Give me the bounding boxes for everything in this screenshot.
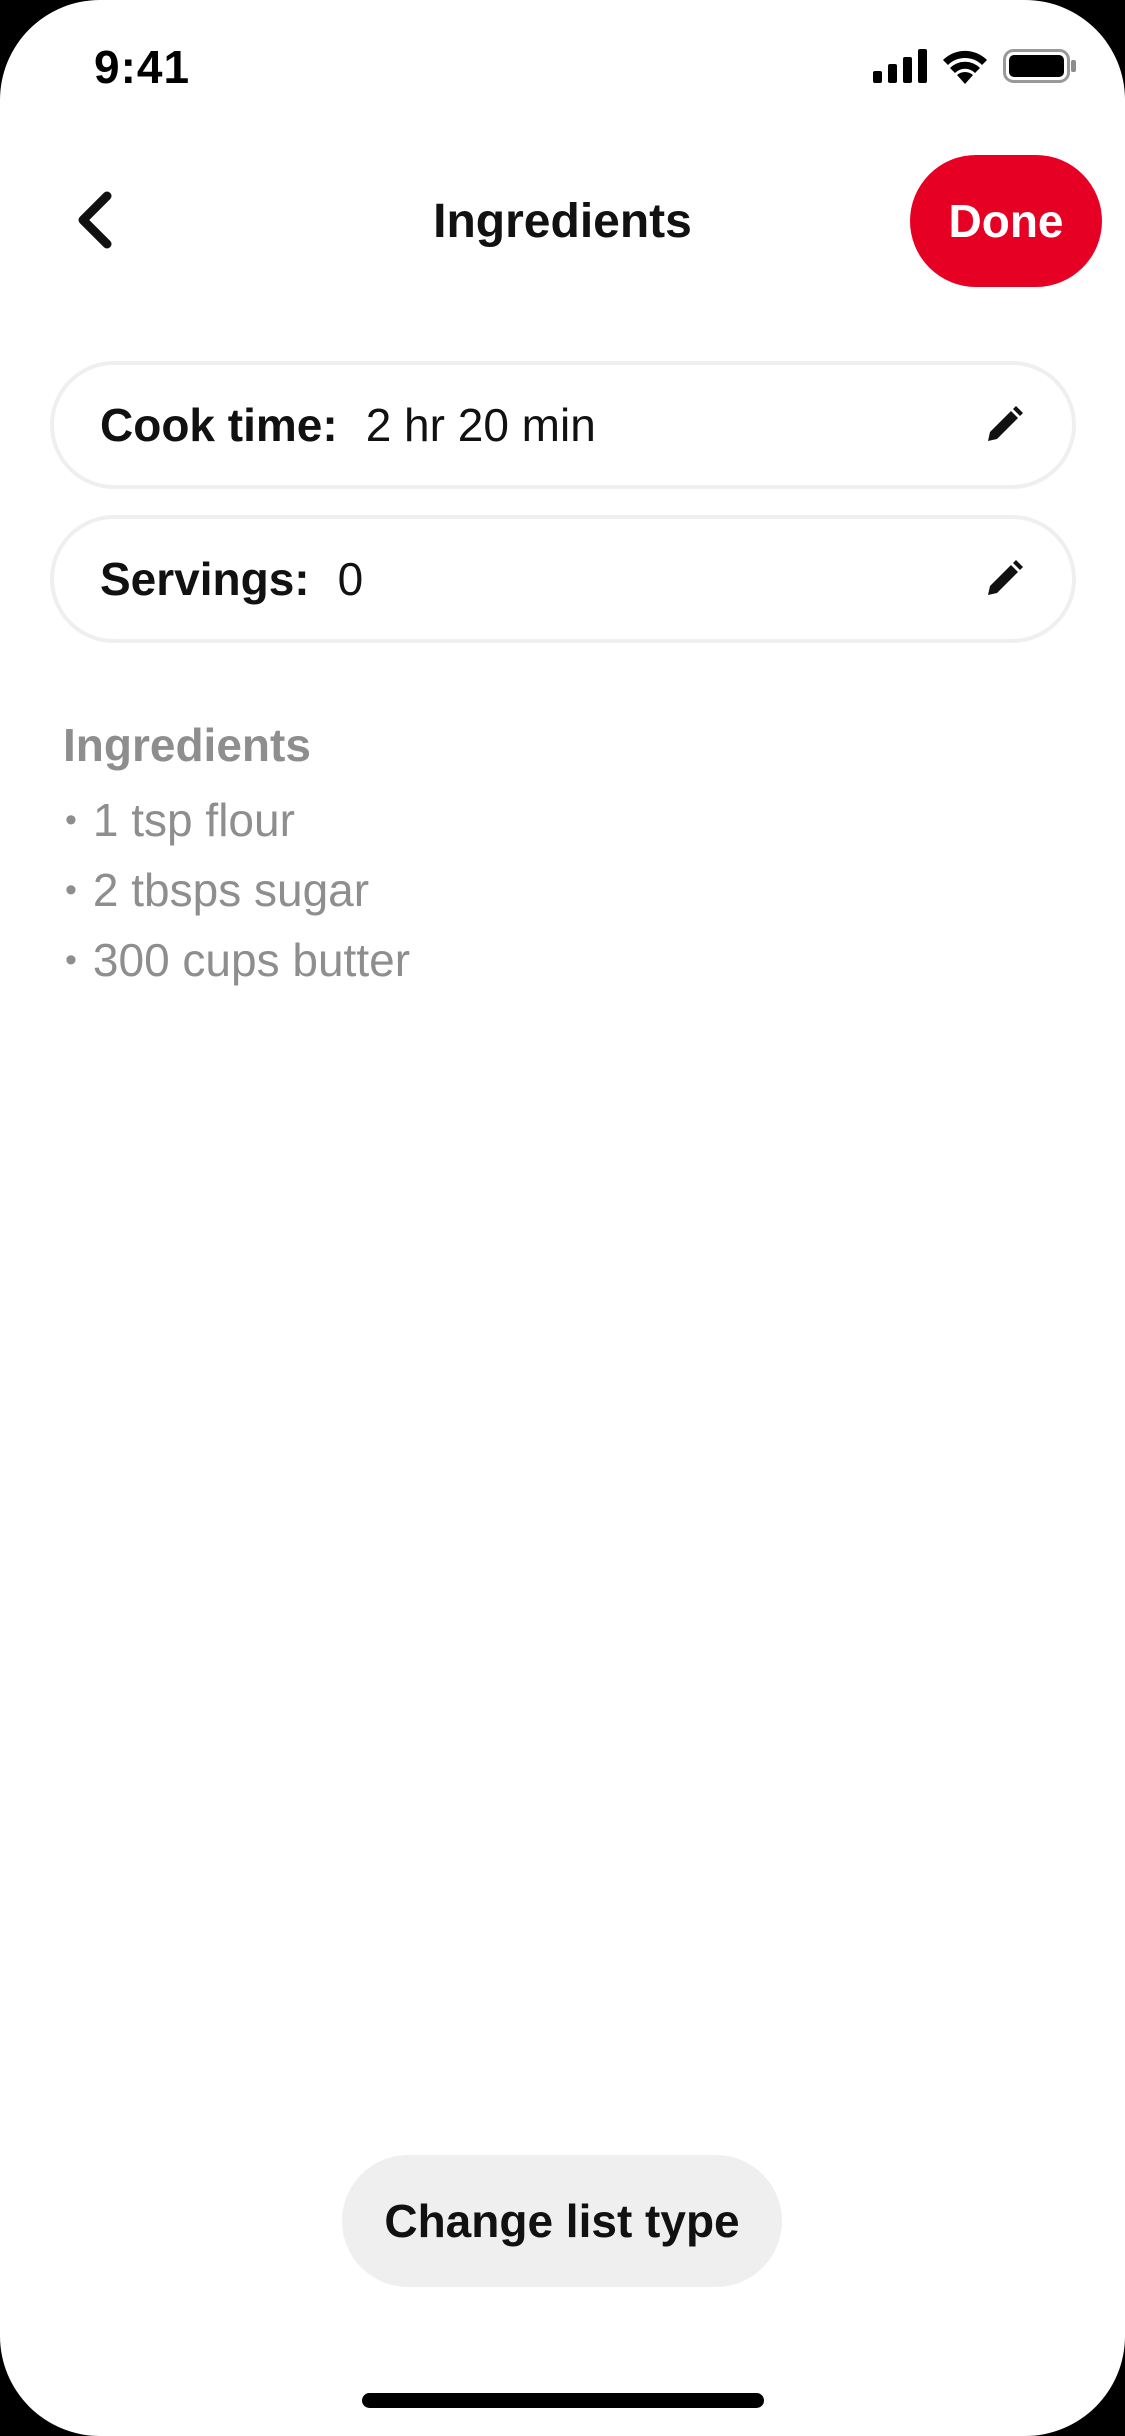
app-screen: 9:41 Ingredients Done Cook time: 2 hr 20…	[0, 0, 1125, 2436]
bullet: •	[65, 801, 77, 839]
bullet: •	[65, 871, 77, 909]
done-button[interactable]: Done	[910, 155, 1102, 287]
ingredients-list: • 1 tsp flour • 2 tbsps sugar • 300 cups…	[63, 785, 1043, 995]
cook-time-edit-button[interactable]	[976, 397, 1032, 453]
ingredients-text-area[interactable]: Ingredients • 1 tsp flour • 2 tbsps suga…	[63, 715, 1043, 995]
status-time: 9:41	[94, 41, 191, 93]
list-item: • 2 tbsps sugar	[63, 855, 1043, 925]
pencil-icon	[988, 406, 1023, 441]
header: Ingredients Done	[0, 150, 1125, 290]
cook-time-field[interactable]: Cook time: 2 hr 20 min	[50, 361, 1076, 489]
home-indicator[interactable]	[362, 2393, 764, 2408]
status-icons	[873, 48, 1077, 84]
servings-value: 0	[337, 553, 364, 605]
change-list-type-button[interactable]: Change list type	[342, 2155, 782, 2287]
battery-icon	[1003, 49, 1076, 83]
ingredient-text: 300 cups butter	[92, 934, 411, 986]
cook-time-value: 2 hr 20 min	[365, 399, 596, 451]
servings-edit-button[interactable]	[976, 551, 1032, 607]
list-item: • 300 cups butter	[63, 925, 1043, 995]
bullet: •	[65, 941, 77, 979]
status-bar: 9:41	[0, 0, 1125, 140]
servings-field[interactable]: Servings: 0	[50, 515, 1076, 643]
ingredient-text: 1 tsp flour	[92, 794, 295, 846]
cook-time-label: Cook time:	[100, 399, 338, 451]
servings-label: Servings:	[100, 553, 310, 605]
pencil-icon	[988, 560, 1023, 595]
list-item: • 1 tsp flour	[63, 785, 1043, 855]
ingredient-text: 2 tbsps sugar	[92, 864, 370, 916]
cellular-signal-icon	[873, 49, 927, 83]
wifi-icon	[943, 50, 987, 84]
ingredients-heading: Ingredients	[63, 719, 311, 771]
